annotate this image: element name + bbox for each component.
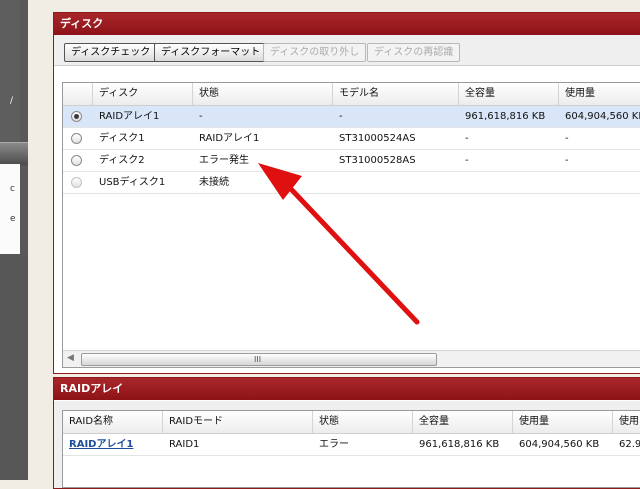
annotation-arrow-icon — [258, 163, 420, 325]
